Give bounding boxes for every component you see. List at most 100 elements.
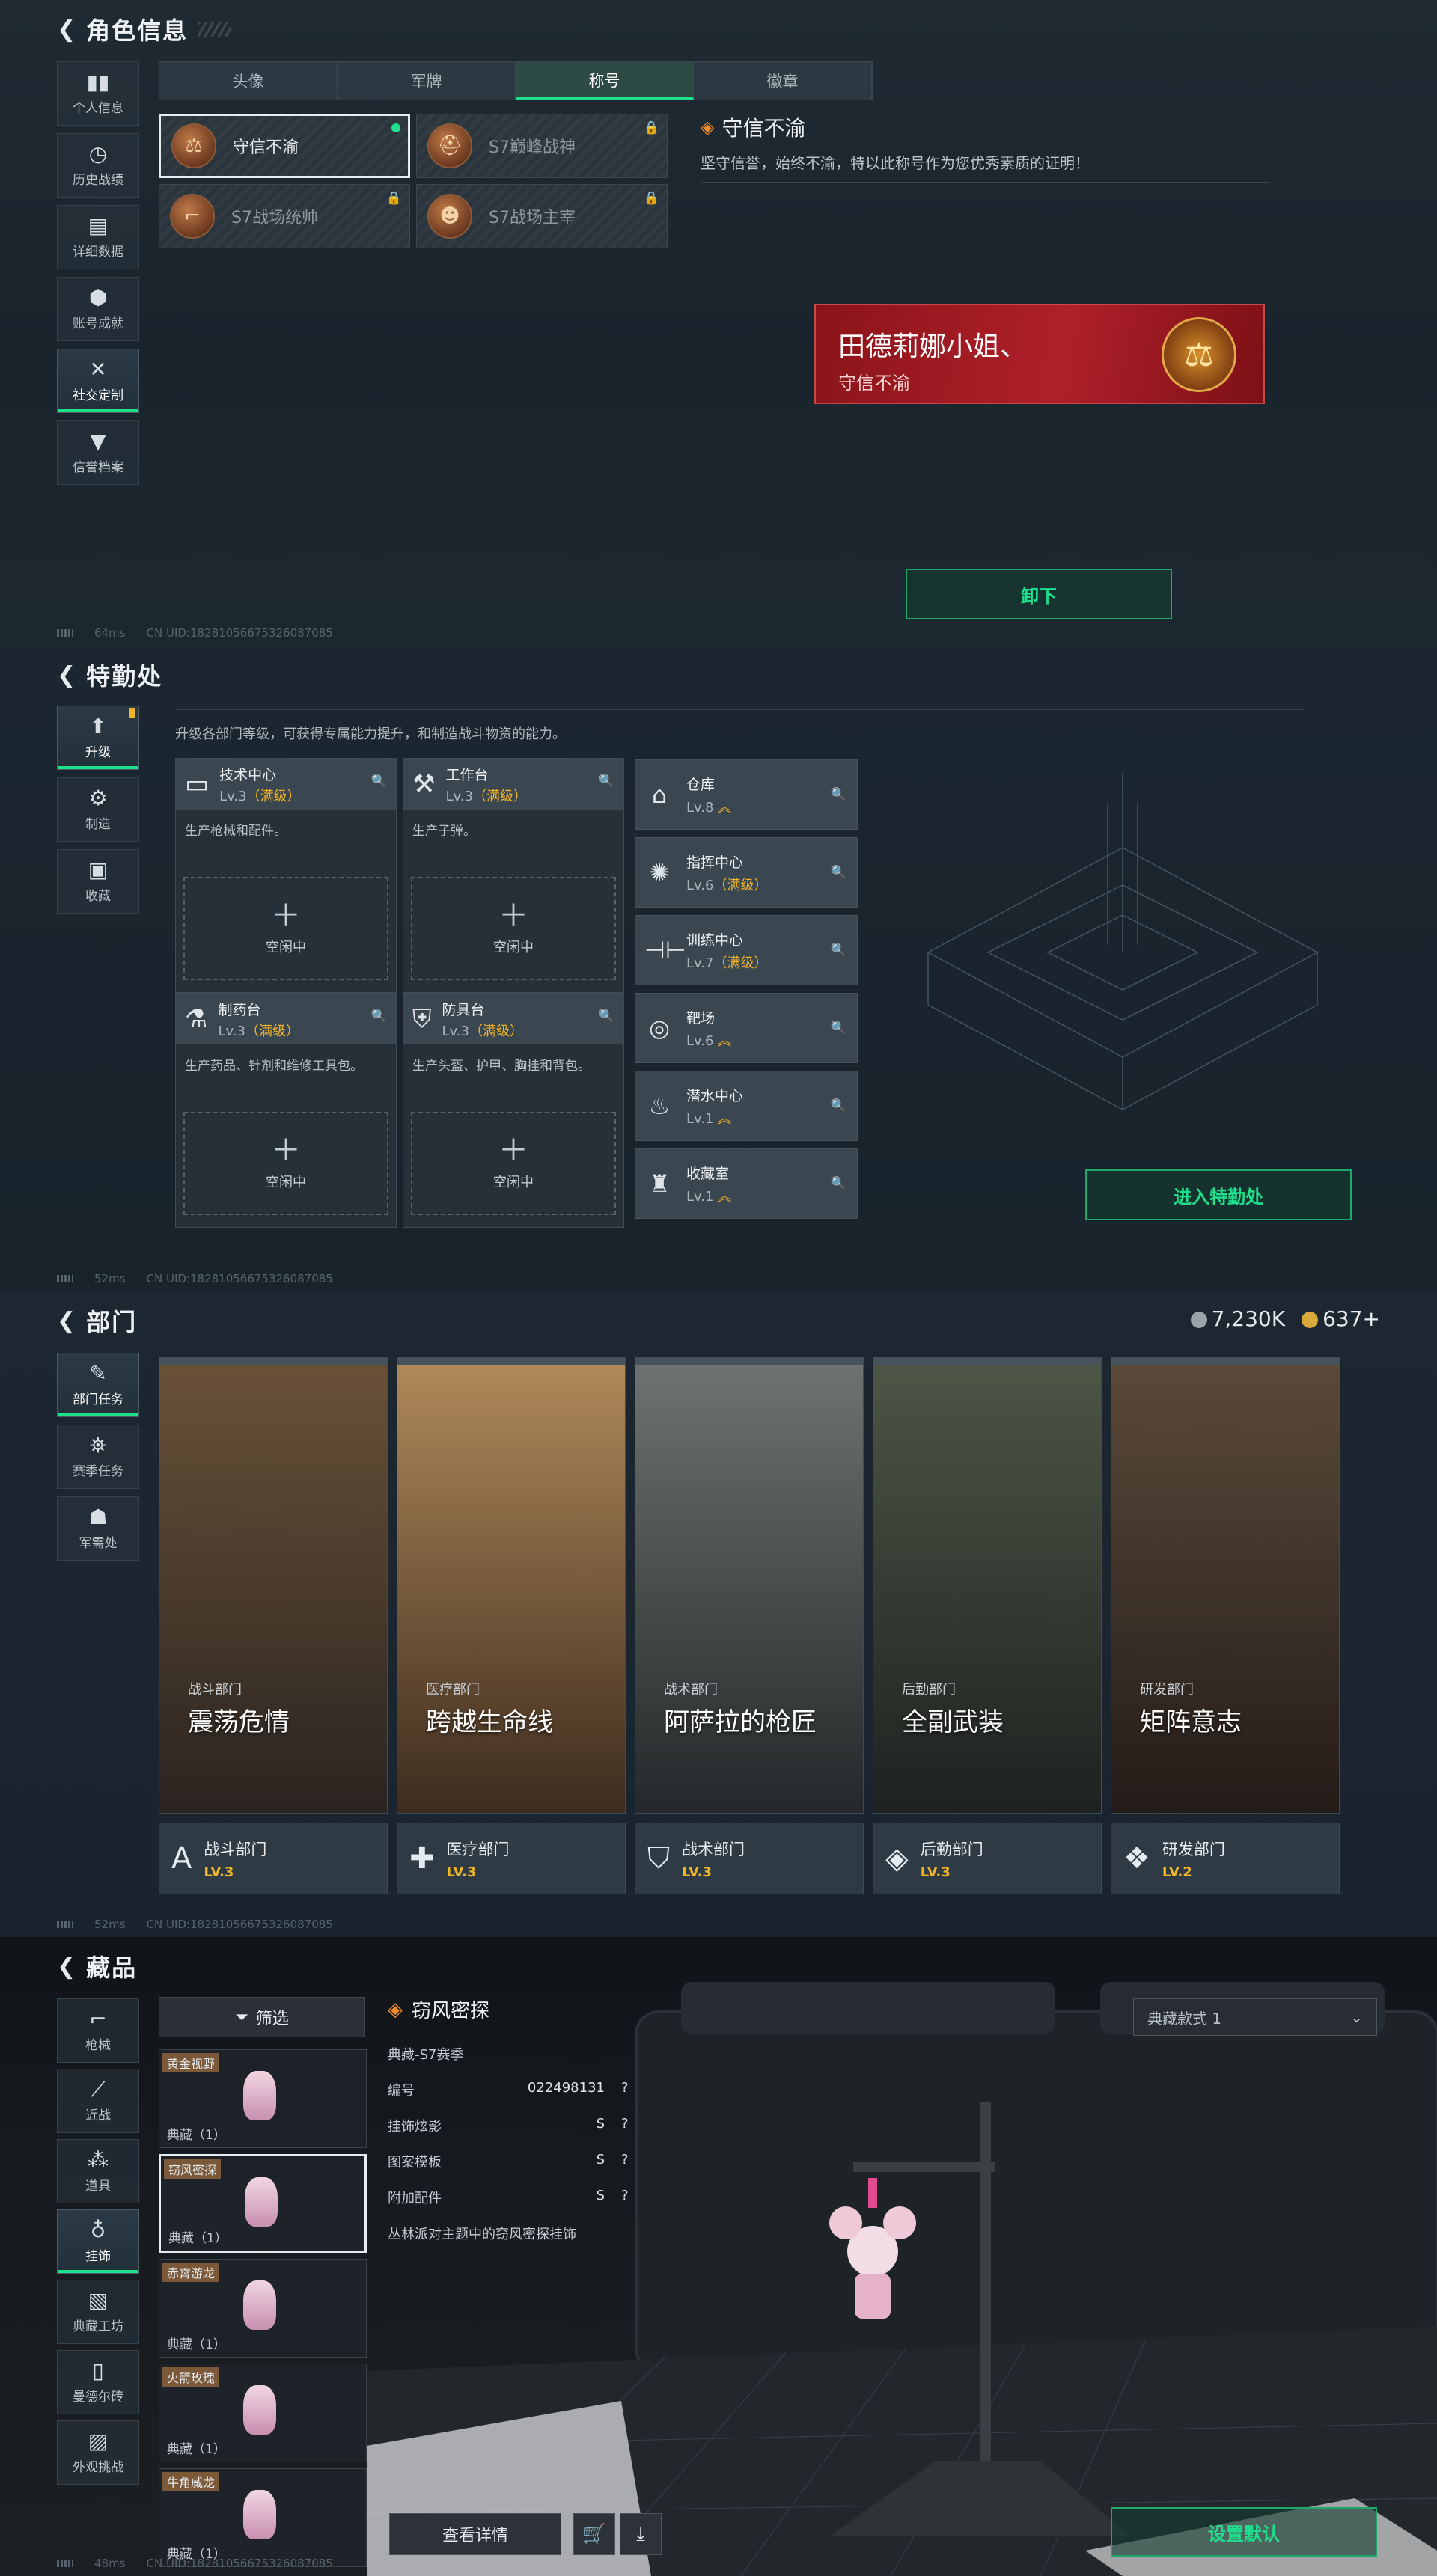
nav-label: 曼德尔砖 bbox=[73, 2389, 123, 2405]
nav-label: 挂饰 bbox=[85, 2248, 111, 2264]
nav-history[interactable]: ◷ 历史战绩 bbox=[57, 133, 139, 198]
gear-icon: ⚙ bbox=[88, 785, 108, 810]
search-icon[interactable]: 🔍 bbox=[831, 943, 846, 958]
back-arrow-icon[interactable]: ❮ bbox=[57, 662, 76, 688]
title-card[interactable]: ☻ S7战场主宰 🔒 bbox=[416, 184, 668, 248]
cart-icon[interactable]: 🛒 bbox=[573, 2513, 615, 2555]
title-card[interactable]: ⌐ S7战场统帅 🔒 bbox=[159, 184, 410, 248]
charm-thumbnail bbox=[243, 2385, 276, 2435]
nav-reputation[interactable]: ▼ 信誉档案 bbox=[57, 420, 139, 485]
nav-personal-info[interactable]: ▮▮ 个人信息 bbox=[57, 61, 139, 126]
nav-label: 部门任务 bbox=[73, 1392, 123, 1407]
unequip-button[interactable]: 卸下 bbox=[906, 569, 1172, 619]
title-card-selected[interactable]: ⚖ 守信不渝 bbox=[159, 114, 410, 178]
facility-row-command[interactable]: ✺ 指挥中心 Lv.6（满级） 🔍 bbox=[635, 837, 858, 908]
nav-mandel-brick[interactable]: ▯ 曼德尔砖 bbox=[57, 2350, 139, 2414]
department-card[interactable]: 研发部门 矩阵意志 bbox=[1111, 1357, 1340, 1814]
download-icon[interactable]: ⤓ bbox=[620, 2513, 662, 2555]
help-icon[interactable]: ? bbox=[621, 2080, 629, 2099]
search-icon[interactable]: 🔍 bbox=[599, 1009, 614, 1024]
title-card[interactable]: ⛑ S7巅峰战神 🔒 bbox=[416, 114, 668, 178]
nav-dept-tasks[interactable]: ✎ 部门任务 bbox=[57, 1353, 139, 1417]
department-level-bar[interactable]: ✚ 医疗部门 LV.3 bbox=[397, 1823, 626, 1894]
idle-slot[interactable]: ＋ 空闲中 bbox=[183, 1112, 388, 1215]
list-item[interactable]: 赤霄游龙 典藏（1） bbox=[159, 2259, 367, 2358]
plus-icon: ＋ bbox=[271, 899, 301, 933]
department-card[interactable]: 后勤部门 全副武装 bbox=[873, 1357, 1102, 1814]
row-value: S bbox=[596, 2116, 605, 2132]
department-card[interactable]: 医疗部门 跨越生命线 bbox=[397, 1357, 626, 1814]
nav-guns[interactable]: ⌐ 枪械 bbox=[57, 1998, 139, 2063]
help-icon[interactable]: ? bbox=[621, 2152, 629, 2171]
department-card[interactable]: 战斗部门 震荡危情 bbox=[159, 1357, 388, 1814]
nav-appearance-challenge[interactable]: ▨ 外观挑战 bbox=[57, 2420, 139, 2485]
style-select[interactable]: 典藏款式 1 ⌄ bbox=[1133, 1998, 1377, 2036]
tab-title[interactable]: 称号 bbox=[516, 62, 694, 100]
department-level-bar[interactable]: ⛉ 战术部门 LV.3 bbox=[635, 1823, 864, 1894]
idle-slot[interactable]: ＋ 空闲中 bbox=[411, 877, 616, 980]
nav-charms[interactable]: ♁ 挂饰 bbox=[57, 2209, 139, 2274]
nav-achievements[interactable]: ⬢ 账号成就 bbox=[57, 277, 139, 341]
facility-level: Lv.7 bbox=[686, 955, 714, 971]
search-icon[interactable]: 🔍 bbox=[831, 1098, 846, 1113]
facility-row-diving[interactable]: ♨ 潜水中心 Lv.1 ︽ 🔍 bbox=[635, 1071, 858, 1141]
nav-workshop[interactable]: ▧ 典藏工坊 bbox=[57, 2280, 139, 2344]
base-blueprint-illustration bbox=[927, 773, 1319, 1110]
list-item[interactable]: 黄金视野 典藏（1） bbox=[159, 2049, 367, 2148]
search-icon[interactable]: 🔍 bbox=[831, 1176, 846, 1191]
enter-special-ops-button[interactable]: 进入特勤处 bbox=[1085, 1169, 1352, 1220]
search-icon[interactable]: 🔍 bbox=[831, 865, 846, 880]
facility-row-warehouse[interactable]: ⌂ 仓库 Lv.8 ︽ 🔍 bbox=[635, 759, 858, 830]
department-level-bar[interactable]: A 战斗部门 LV.3 bbox=[159, 1823, 388, 1894]
department-card[interactable]: 战术部门 阿萨拉的枪匠 bbox=[635, 1357, 864, 1814]
nav-craft[interactable]: ⚙ 制造 bbox=[57, 777, 139, 842]
idle-slot[interactable]: ＋ 空闲中 bbox=[183, 877, 388, 980]
back-arrow-icon[interactable]: ❮ bbox=[57, 1954, 76, 1980]
list-item[interactable]: 火箭玫瑰 典藏（1） bbox=[159, 2364, 367, 2462]
search-icon[interactable]: 🔍 bbox=[831, 1021, 846, 1035]
currency-premium: 637+ bbox=[1302, 1306, 1380, 1331]
tab-badge[interactable]: 徽章 bbox=[694, 62, 872, 100]
item-count: 典藏（1） bbox=[167, 2128, 226, 2143]
nav-collection[interactable]: ▣ 收藏 bbox=[57, 849, 139, 914]
set-default-button[interactable]: 设置默认 bbox=[1111, 2507, 1377, 2557]
nav-melee[interactable]: ⟋ 近战 bbox=[57, 2069, 139, 2133]
nav-detail-data[interactable]: ▤ 详细数据 bbox=[57, 205, 139, 269]
list-item-selected[interactable]: 窃风密探 典藏（1） bbox=[159, 2154, 367, 2253]
back-arrow-icon[interactable]: ❮ bbox=[57, 1308, 76, 1334]
department-level-bar[interactable]: ❖ 研发部门 LV.2 bbox=[1111, 1823, 1340, 1894]
back-arrow-icon[interactable]: ❮ bbox=[57, 16, 76, 43]
department-level-bar[interactable]: ◈ 后勤部门 LV.3 bbox=[873, 1823, 1102, 1894]
facility-card-armor[interactable]: ⛨ 防具台 Lv.3（满级） 🔍 生产头盔、护甲、胸挂和背包。 ＋ 空闲中 bbox=[403, 993, 624, 1228]
search-icon[interactable]: 🔍 bbox=[371, 774, 387, 789]
facility-row-range[interactable]: ◎ 靶场 Lv.6 ︽ 🔍 bbox=[635, 993, 858, 1063]
dumbbell-icon: ⊣⊢ bbox=[644, 936, 686, 964]
equipped-indicator bbox=[391, 123, 400, 132]
help-icon[interactable]: ? bbox=[621, 2188, 629, 2207]
facility-row-training[interactable]: ⊣⊢ 训练中心 Lv.7（满级） 🔍 bbox=[635, 915, 858, 985]
tools-icon: ✕ bbox=[89, 356, 107, 382]
facility-card-pharmacy[interactable]: ⚗ 制药台 Lv.3（满级） 🔍 生产药品、针剂和维修工具包。 ＋ 空闲中 bbox=[175, 993, 397, 1228]
nav-upgrade[interactable]: ⬆ 升级 bbox=[57, 706, 139, 770]
title-grid: ⚖ 守信不渝 ⛑ S7巅峰战神 🔒 ⌐ S7战场统帅 🔒 ☻ S7战场主宰 🔒 bbox=[159, 114, 668, 248]
view-detail-button[interactable]: 查看详情 bbox=[389, 2513, 561, 2555]
idle-label: 空闲中 bbox=[266, 1175, 306, 1190]
filter-button[interactable]: ⏷ 筛选 bbox=[159, 1997, 365, 2037]
facility-card-workbench[interactable]: ⚒ 工作台 Lv.3（满级） 🔍 生产子弹。 ＋ 空闲中 bbox=[403, 758, 624, 993]
nav-quartermaster[interactable]: ☗ 军需处 bbox=[57, 1496, 139, 1561]
search-icon[interactable]: 🔍 bbox=[831, 787, 846, 802]
nav-props[interactable]: ⁂ 道具 bbox=[57, 2139, 139, 2203]
search-icon[interactable]: 🔍 bbox=[371, 1009, 387, 1024]
list-item[interactable]: 牛角威龙 典藏（1） bbox=[159, 2468, 367, 2567]
tab-avatar[interactable]: 头像 bbox=[159, 62, 338, 100]
status-footer: 64ms CN UID:18281056675326087085 bbox=[57, 626, 333, 640]
idle-slot[interactable]: ＋ 空闲中 bbox=[411, 1112, 616, 1215]
nav-season-tasks[interactable]: ⛯ 赛季任务 bbox=[57, 1425, 139, 1489]
facility-row-collection-room[interactable]: ♜ 收藏室 Lv.1 ︽ 🔍 bbox=[635, 1148, 858, 1219]
search-icon[interactable]: 🔍 bbox=[599, 774, 614, 789]
tab-dogtag[interactable]: 军牌 bbox=[338, 62, 516, 100]
page-title: 角色信息 bbox=[86, 16, 189, 45]
facility-card-tech[interactable]: ▭ 技术中心 Lv.3（满级） 🔍 生产枪械和配件。 ＋ 空闲中 bbox=[175, 758, 397, 993]
nav-social-custom[interactable]: ✕ 社交定制 bbox=[57, 349, 139, 413]
help-icon[interactable]: ? bbox=[621, 2116, 629, 2135]
